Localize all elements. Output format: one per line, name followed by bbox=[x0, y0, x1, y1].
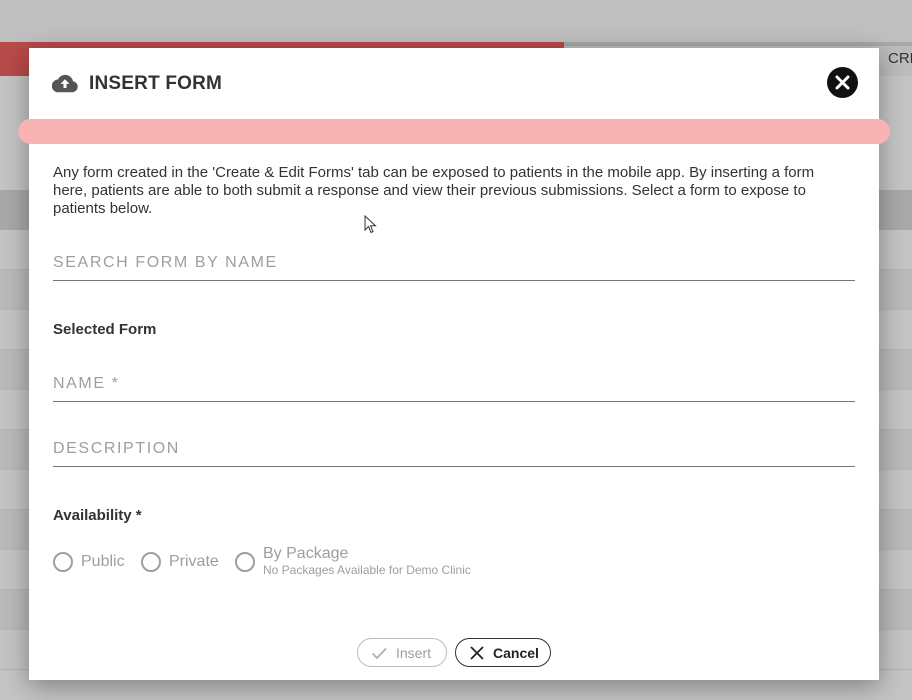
cloud-upload-icon bbox=[51, 73, 78, 93]
description-field[interactable] bbox=[53, 432, 855, 467]
background-top-band bbox=[0, 0, 912, 42]
radio-circle[interactable] bbox=[235, 552, 255, 572]
selected-form-label: Selected Form bbox=[53, 321, 157, 338]
radio-label: Public bbox=[81, 553, 125, 570]
radio-sublabel: No Packages Available for Demo Clinic bbox=[263, 563, 471, 577]
radio-private[interactable]: Private bbox=[141, 546, 223, 582]
progress-bar bbox=[18, 119, 890, 144]
name-input[interactable] bbox=[53, 367, 855, 401]
radio-public[interactable]: Public bbox=[53, 546, 129, 582]
close-button[interactable] bbox=[827, 67, 858, 98]
search-input[interactable] bbox=[53, 246, 855, 280]
check-icon bbox=[371, 647, 387, 660]
mouse-cursor-icon bbox=[364, 215, 377, 234]
dialog-title: INSERT FORM bbox=[89, 73, 223, 94]
radio-by-package[interactable]: By Package No Packages Available for Dem… bbox=[235, 545, 495, 582]
radio-label: Private bbox=[169, 553, 219, 570]
close-icon bbox=[835, 75, 850, 90]
insert-button-label: Insert bbox=[396, 645, 432, 661]
insert-button[interactable]: Insert bbox=[357, 638, 447, 667]
dialog-header: INSERT FORM bbox=[29, 48, 879, 118]
intro-description: Any form created in the 'Create & Edit F… bbox=[53, 164, 815, 217]
insert-form-dialog: INSERT FORM Any form created in the 'Cre… bbox=[18, 48, 890, 680]
radio-circle[interactable] bbox=[53, 552, 73, 572]
cancel-button-label: Cancel bbox=[493, 645, 539, 661]
availability-label: Availability * bbox=[53, 507, 142, 524]
name-field[interactable] bbox=[53, 367, 855, 402]
x-icon bbox=[470, 646, 484, 660]
description-input[interactable] bbox=[53, 432, 855, 466]
search-field[interactable] bbox=[53, 246, 855, 281]
cancel-button[interactable]: Cancel bbox=[455, 638, 551, 667]
radio-circle[interactable] bbox=[141, 552, 161, 572]
radio-label: By Package bbox=[263, 545, 349, 562]
background-tab-label: CRE bbox=[888, 50, 912, 67]
